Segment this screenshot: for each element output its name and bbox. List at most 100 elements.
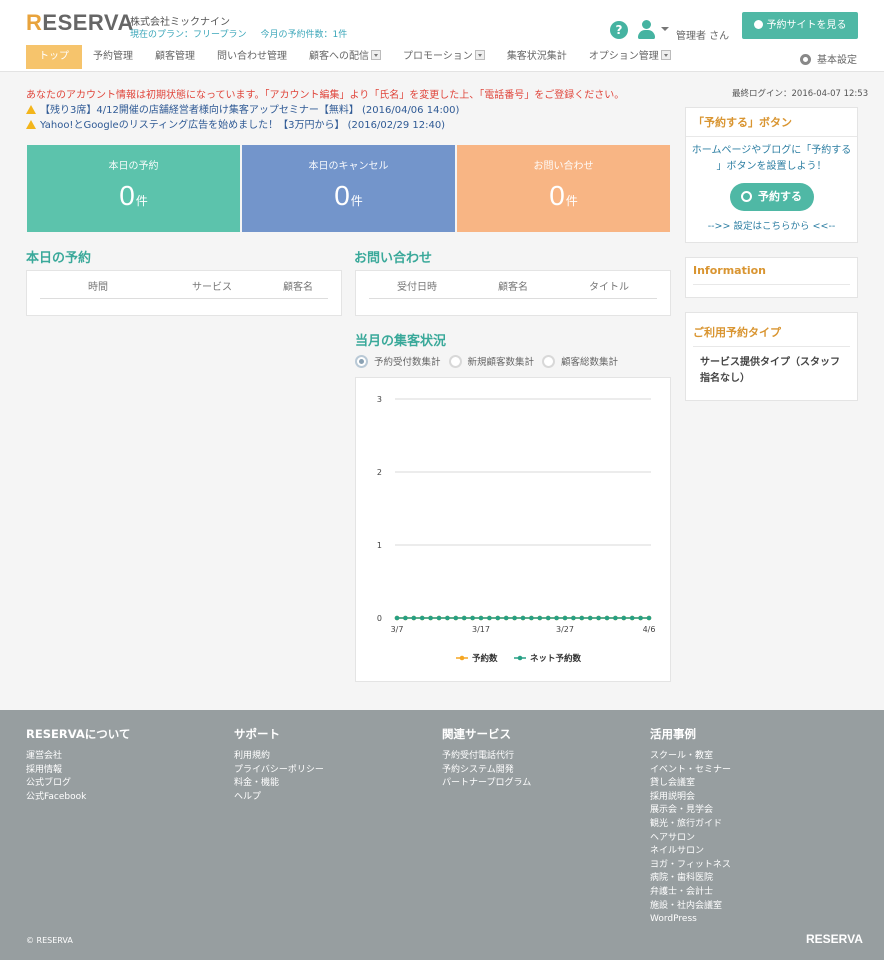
footer-link[interactable]: ヘルプ (234, 791, 324, 805)
footer-link[interactable]: 公式Facebook (26, 791, 130, 805)
footer-link[interactable]: 観光・旅行ガイド (650, 818, 731, 832)
basic-settings-link[interactable]: 基本設定 (800, 51, 857, 66)
footer-link[interactable]: 予約受付電話代行 (442, 750, 531, 764)
chart-panel: 0 1 2 3 3/7 3/17 3/27 4/6 予約数 ネット予約数 (355, 377, 671, 682)
help-icon[interactable]: ? (610, 21, 628, 39)
information-title: Information (693, 258, 850, 285)
footer-link[interactable]: ヨガ・フィットネス (650, 859, 731, 873)
reserve-box-title: 「予約する」ボタン (686, 108, 857, 137)
x-tick-label: 4/6 (643, 625, 656, 634)
company-name: 株式会社ミックナイン (130, 17, 230, 28)
stat-value: 0 (119, 180, 135, 211)
footer-link[interactable]: スクール・教室 (650, 750, 731, 764)
chevron-down-icon[interactable] (661, 27, 669, 31)
nav-customer-delivery[interactable]: 顧客への配信 (298, 45, 392, 69)
inquiries-title: お問い合わせ (354, 251, 433, 266)
nav-reservations[interactable]: 予約管理 (82, 45, 144, 69)
footer-link[interactable]: 料金・機能 (234, 777, 324, 791)
table-header: 時間 サービス 顧客名 (40, 277, 328, 299)
reserva-logo[interactable]: RESERVA (26, 10, 134, 36)
data-point (638, 615, 643, 621)
data-point (470, 615, 475, 621)
reserve-box-text: ホームページやブログに「予約する 」ボタンを設置しよう！ (691, 145, 852, 172)
reserve-button[interactable]: 予約する (729, 183, 814, 211)
footer-col-cases: 活用事例 スクール・教室 イベント・セミナー 貸し会議室 採用説明会 展示会・見… (650, 726, 731, 927)
footer-link[interactable]: 採用説明会 (650, 791, 731, 805)
gear-icon (800, 54, 811, 65)
nav-options[interactable]: オプション管理 (578, 45, 682, 69)
plan-info: 現在のプラン：フリープラン 今月の予約件数：1件 (130, 27, 361, 40)
news-item[interactable]: Yahoo!とGoogleのリスティング広告を始めました！【3万円から】 (20… (26, 116, 445, 131)
data-point (453, 615, 459, 621)
data-point (520, 615, 526, 621)
settings-link[interactable]: -->> 設定はこちらから <<-- (686, 219, 857, 235)
nav-inquiries[interactable]: 問い合わせ管理 (206, 45, 298, 69)
y-tick-label: 0 (377, 614, 382, 623)
data-point (487, 615, 492, 621)
data-point (394, 615, 400, 621)
legend-marker (459, 655, 465, 661)
footer-link[interactable]: パートナープログラム (442, 777, 531, 791)
footer-link[interactable]: WordPress (650, 913, 731, 927)
nav-statistics[interactable]: 集客状況集計 (496, 45, 578, 69)
stat-value: 0 (549, 180, 565, 211)
stat-inquiries[interactable]: お問い合わせ 0件 (457, 145, 670, 232)
x-tick-label: 3/17 (472, 625, 490, 634)
footer-link[interactable]: 採用情報 (26, 764, 130, 778)
information-box: Information (685, 257, 858, 298)
data-point (604, 615, 610, 621)
reserve-button-box: 「予約する」ボタン ホームページやブログに「予約する 」ボタンを設置しよう！ 予… (685, 107, 858, 243)
reservation-type-value: サービス提供タイプ（スタッフ 指名なし） (700, 357, 840, 384)
footer-link[interactable]: 公式ブログ (26, 777, 130, 791)
nav-promotion[interactable]: プロモーション (392, 45, 496, 69)
data-point (621, 615, 627, 621)
data-point (428, 615, 433, 621)
table-header: 受付日時 顧客名 タイトル (369, 277, 657, 299)
stat-value: 0 (334, 180, 350, 211)
footer-col-about: RESERVAについて 運営会社 採用情報 公式ブログ 公式Facebook (26, 726, 130, 804)
legend-label: 予約数 (472, 653, 498, 664)
data-point (587, 615, 593, 621)
reservation-type-title: ご利用予約タイプ (693, 313, 850, 347)
data-point (503, 615, 509, 621)
footer-link[interactable]: 施設・社内会議室 (650, 900, 731, 914)
stat-today-reservations[interactable]: 本日の予約 0件 (27, 145, 240, 232)
nav-customers[interactable]: 顧客管理 (144, 45, 206, 69)
footer-link[interactable]: 運営会社 (26, 750, 130, 764)
footer-link[interactable]: イベント・セミナー (650, 764, 731, 778)
footer-link[interactable]: プライバシーポリシー (234, 764, 324, 778)
footer-link[interactable]: 貸し会議室 (650, 777, 731, 791)
nav-top[interactable]: トップ (26, 45, 82, 69)
dropdown-icon[interactable] (474, 50, 485, 60)
account-warning[interactable]: あなたのアカウント情報は初期状態になっています。「アカウント編集」より「氏名」を… (26, 86, 624, 101)
footer-link[interactable]: 病院・歯科医院 (650, 872, 731, 886)
radio-reservations[interactable]: 予約受付数集計 (355, 354, 441, 368)
data-point (579, 615, 585, 621)
footer-link[interactable]: 弁護士・会計士 (650, 886, 731, 900)
globe-icon (753, 20, 763, 29)
data-point (571, 615, 576, 621)
app-header: RESERVA 株式会社ミックナイン 現在のプラン：フリープラン 今月の予約件数：… (0, 0, 884, 72)
user-icon[interactable] (636, 19, 658, 41)
footer-link[interactable]: ネイルサロン (650, 845, 731, 859)
admin-name[interactable]: 管理者 さん (676, 27, 729, 42)
data-point (537, 615, 543, 621)
footer-link[interactable]: ヘアサロン (650, 832, 731, 846)
monthly-reservation-count[interactable]: 今月の予約件数：1件 (260, 30, 347, 40)
view-reservation-site-button[interactable]: 予約サイトを見る (742, 12, 858, 39)
data-point (419, 615, 425, 621)
radio-new-customers[interactable]: 新規顧客数集計 (448, 354, 534, 368)
footer-col-services: 関連サービス 予約受付電話代行 予約システム開発 パートナープログラム (442, 726, 531, 791)
footer-link[interactable]: 利用規約 (234, 750, 324, 764)
stat-today-cancellations[interactable]: 本日のキャンセル 0件 (242, 145, 455, 232)
footer: RESERVAについて 運営会社 採用情報 公式ブログ 公式Facebook サ… (0, 710, 884, 960)
footer-logo[interactable]: RESERVA (806, 932, 863, 946)
radio-total-customers[interactable]: 顧客総数集計 (542, 354, 618, 368)
news-item[interactable]: 【残り3席】4/12開催の店舗経営者様向け集客アップセミナー【無料】 (2016… (26, 101, 459, 116)
footer-link[interactable]: 予約システム開発 (442, 764, 531, 778)
dropdown-icon[interactable] (660, 50, 671, 60)
data-point (495, 615, 501, 621)
footer-link[interactable]: 展示会・見学会 (650, 804, 731, 818)
current-plan[interactable]: 現在のプラン：フリープラン (130, 30, 246, 40)
dropdown-icon[interactable] (371, 50, 381, 60)
